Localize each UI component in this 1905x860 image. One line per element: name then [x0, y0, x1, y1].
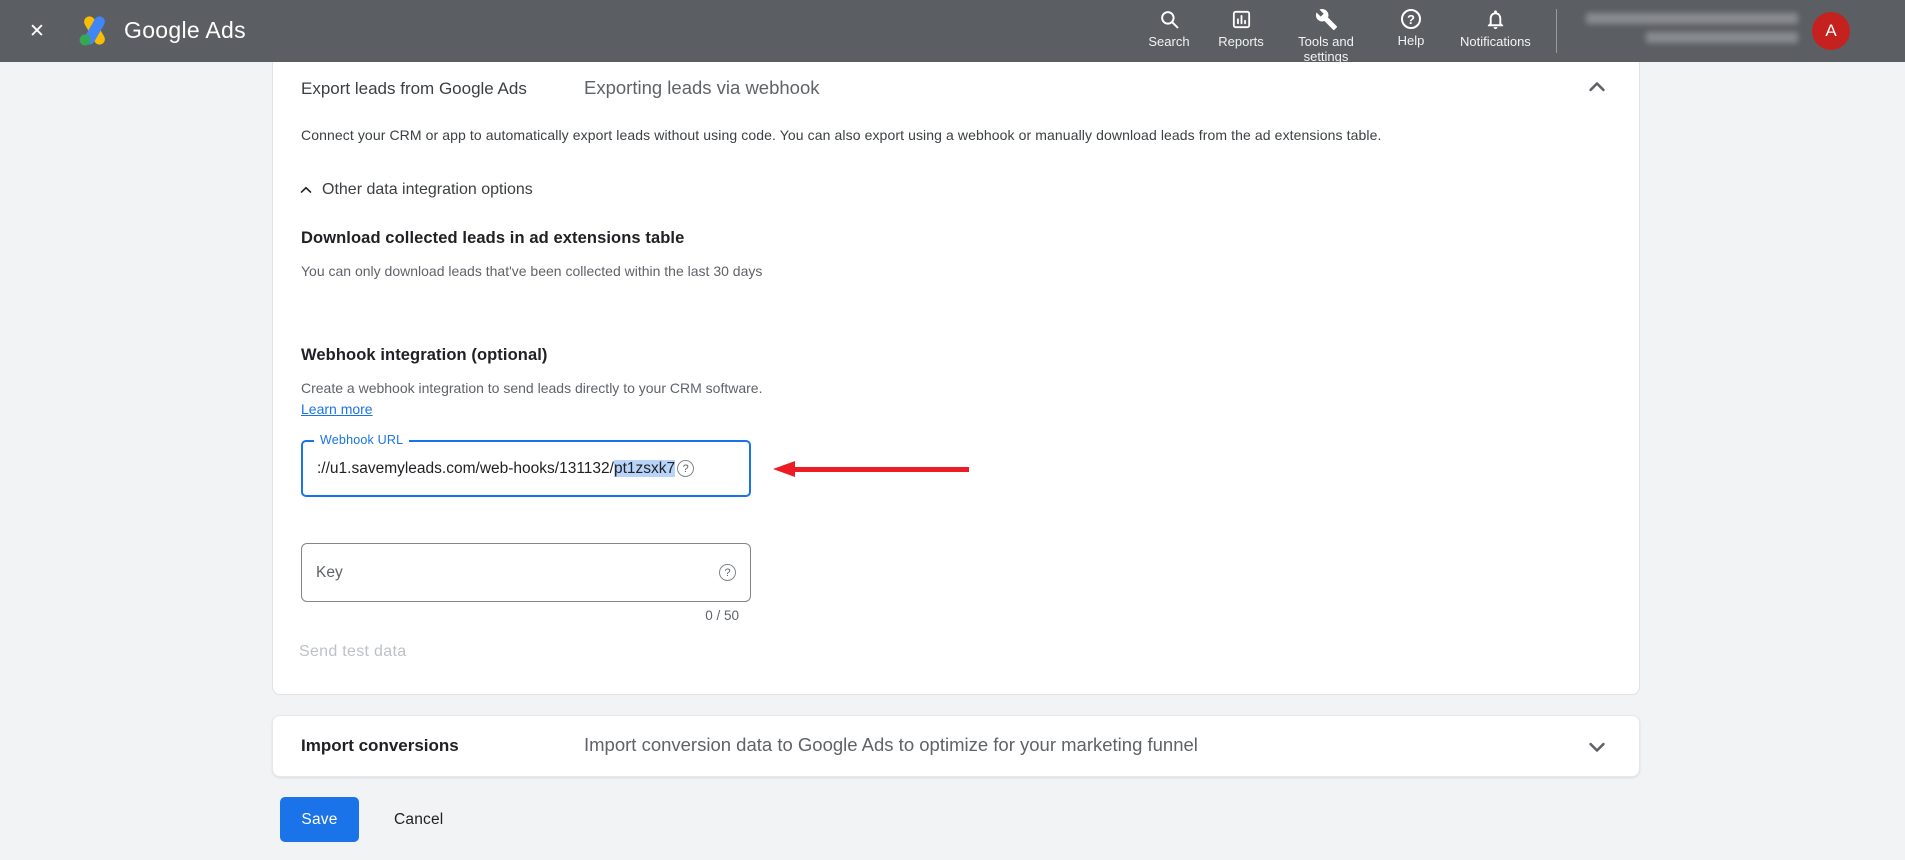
google-ads-logo-icon	[76, 12, 113, 49]
reports-icon	[1232, 10, 1250, 29]
redacted-line	[1646, 32, 1798, 43]
account-info-redacted	[1570, 13, 1798, 43]
other-data-options-toggle[interactable]: Other data integration options	[297, 181, 533, 199]
redacted-line	[1586, 13, 1798, 24]
close-button[interactable]: ✕	[22, 16, 52, 46]
card-subtitle: Exporting leads via webhook	[584, 77, 820, 98]
search-icon	[1160, 11, 1178, 29]
save-button[interactable]: Save	[280, 797, 359, 842]
help-icon: ?	[1401, 9, 1421, 29]
download-leads-heading: Download collected leads in ad extension…	[301, 229, 685, 247]
avatar-letter: A	[1825, 21, 1837, 40]
send-test-data-button[interactable]: Send test data	[299, 643, 406, 661]
download-leads-note: You can only download leads that've been…	[301, 263, 763, 279]
key-char-counter: 0 / 50	[705, 608, 739, 623]
page-title: Export leads from Google Ads	[301, 79, 527, 98]
nav-search[interactable]: Search	[1146, 8, 1192, 64]
webhook-description: Create a webhook integration to send lea…	[301, 378, 783, 420]
arrow-head	[773, 461, 795, 477]
key-input[interactable]	[316, 563, 717, 582]
key-help-icon[interactable]: ?	[719, 564, 736, 581]
webhook-url-selected-text: pt1zsxk7	[613, 459, 676, 477]
arrow-shaft	[789, 467, 969, 472]
chevron-down-icon	[1589, 742, 1605, 752]
page: ✕ Google Ads Search Reports Tools and se…	[0, 0, 1905, 860]
brand-title: Google Ads	[124, 17, 246, 43]
nav-notifications-label: Notifications	[1460, 34, 1531, 49]
card-description: Connect your CRM or app to automatically…	[301, 127, 1382, 143]
nav-tools-label: Tools and settings	[1298, 34, 1354, 64]
learn-more-link[interactable]: Learn more	[301, 401, 373, 417]
import-conversions-description: Import conversion data to Google Ads to …	[584, 734, 1198, 755]
nav-reports-label: Reports	[1218, 34, 1264, 49]
nav-search-label: Search	[1148, 34, 1190, 49]
nav-help[interactable]: ? Help	[1388, 8, 1434, 64]
webhook-heading: Webhook integration (optional)	[301, 346, 548, 364]
chevron-up-icon	[1589, 82, 1605, 92]
cancel-button[interactable]: Cancel	[380, 797, 457, 842]
nav-reports[interactable]: Reports	[1218, 8, 1264, 64]
nav-tools-and-settings[interactable]: Tools and settings	[1290, 8, 1362, 64]
avatar[interactable]: A	[1812, 12, 1850, 50]
nav-help-label: Help	[1397, 33, 1425, 48]
topbar-divider	[1556, 9, 1557, 53]
webhook-url-help-icon[interactable]: ?	[677, 460, 695, 477]
webhook-url-prefix: ://u1.savemyleads.com/web-hooks/131132/	[317, 459, 614, 477]
other-data-options-label: Other data integration options	[322, 181, 533, 198]
red-annotation-arrow	[773, 461, 969, 478]
top-nav: Search Reports Tools and settings ? Help	[1146, 8, 1531, 64]
brand: Google Ads	[76, 12, 246, 49]
webhook-url-label: Webhook URL	[314, 433, 410, 447]
wrench-icon	[1315, 9, 1337, 31]
webhook-description-text: Create a webhook integration to send lea…	[301, 380, 763, 396]
import-conversions-title: Import conversions	[301, 736, 459, 755]
webhook-url-value: ://u1.savemyleads.com/web-hooks/131132/p…	[317, 459, 676, 478]
bell-icon	[1487, 10, 1504, 30]
close-icon: ✕	[29, 20, 45, 42]
collapse-card-button[interactable]	[1583, 73, 1611, 101]
export-leads-card: Export leads from Google Ads Exporting l…	[272, 62, 1640, 695]
nav-notifications[interactable]: Notifications	[1460, 8, 1531, 64]
top-bar: ✕ Google Ads Search Reports Tools and se…	[0, 0, 1905, 64]
import-conversions-card[interactable]: Import conversions Import conversion dat…	[272, 715, 1640, 777]
webhook-url-field[interactable]: Webhook URL ://u1.savemyleads.com/web-ho…	[301, 433, 751, 497]
key-field: ?	[301, 543, 751, 602]
chevron-up-icon	[300, 186, 312, 193]
expand-import-conversions-button[interactable]	[1583, 733, 1611, 761]
